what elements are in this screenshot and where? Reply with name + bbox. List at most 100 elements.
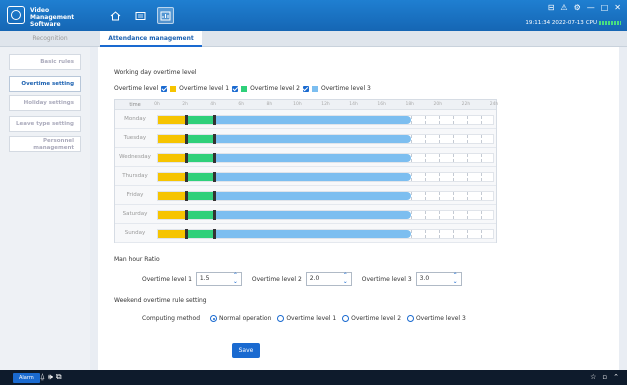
radio-overtime-level-3-dot[interactable] bbox=[407, 315, 415, 322]
timeline-track[interactable] bbox=[157, 153, 494, 163]
tab-recognition[interactable]: Recognition bbox=[0, 31, 100, 47]
radio-normal-operation-label: Normal operation bbox=[218, 315, 272, 322]
ratio-level2-input[interactable]: 2.0 ⌃ ⌄ bbox=[305, 272, 352, 286]
warning-icon[interactable]: ⚠ bbox=[560, 3, 567, 12]
timeline-track[interactable] bbox=[157, 172, 494, 182]
timeline-track[interactable] bbox=[157, 191, 494, 201]
ratio-level3-input[interactable]: 3.0 ⌃ ⌄ bbox=[415, 272, 462, 286]
close-icon[interactable]: ✕ bbox=[614, 3, 621, 12]
timeline-tick: 16h bbox=[377, 102, 386, 107]
hour-line bbox=[480, 154, 482, 162]
segment-boundary-handle[interactable] bbox=[212, 229, 216, 239]
ratio-level1-input[interactable]: 1.5 ⌃ ⌄ bbox=[195, 272, 242, 286]
overtime-level3-segment[interactable] bbox=[214, 154, 411, 162]
pin-icon[interactable]: ☆ bbox=[590, 372, 596, 382]
segment-boundary-handle[interactable] bbox=[212, 191, 216, 201]
window-controls: ⊟ ⚠ ⚙ — □ ✕ bbox=[548, 3, 621, 12]
radio-overtime-level-2[interactable]: Overtime level 2 bbox=[342, 315, 401, 322]
radio-overtime-level-1-dot[interactable] bbox=[277, 315, 285, 322]
radio-normal-operation[interactable]: Normal operation bbox=[210, 315, 271, 322]
ratio-level2-spinner-icon[interactable]: ⌃ ⌄ bbox=[343, 273, 348, 285]
overtime-level2-segment[interactable] bbox=[186, 135, 215, 143]
segment-boundary-handle[interactable] bbox=[212, 153, 216, 163]
sidebar-item-basic-rules[interactable]: Basic rules bbox=[9, 54, 81, 70]
segment-boundary-handle[interactable] bbox=[184, 172, 188, 182]
attendance-nav-button[interactable] bbox=[157, 7, 174, 24]
overtime-level2-segment[interactable] bbox=[186, 173, 215, 181]
timeline-row: Saturday bbox=[115, 205, 496, 224]
legend-level2-checkbox[interactable] bbox=[232, 85, 239, 92]
segment-boundary-handle[interactable] bbox=[184, 191, 188, 201]
home-nav-button[interactable] bbox=[107, 7, 124, 24]
segment-boundary-handle[interactable] bbox=[184, 210, 188, 220]
app-logo-icon bbox=[7, 6, 25, 24]
gear-icon[interactable]: ⚙ bbox=[574, 3, 581, 12]
collapse-icon[interactable]: ⌃ bbox=[613, 372, 619, 382]
hour-line bbox=[438, 116, 440, 124]
overtime-level3-segment[interactable] bbox=[214, 173, 411, 181]
maximize-icon[interactable]: □ bbox=[601, 3, 609, 12]
timeline-tick: 24h bbox=[489, 102, 499, 107]
segment-boundary-handle[interactable] bbox=[184, 153, 188, 163]
radio-normal-operation-dot[interactable] bbox=[210, 315, 218, 322]
hour-line bbox=[480, 135, 482, 143]
radio-overtime-level-1[interactable]: Overtime level 1 bbox=[277, 315, 336, 322]
overtime-level1-segment[interactable] bbox=[158, 116, 187, 124]
overtime-level2-segment[interactable] bbox=[186, 230, 215, 238]
screen-icon[interactable]: ⊟ bbox=[548, 3, 555, 12]
timeline-tick: 18h bbox=[405, 102, 415, 107]
hour-line bbox=[480, 230, 482, 238]
segment-boundary-handle[interactable] bbox=[212, 210, 216, 220]
segment-boundary-handle[interactable] bbox=[184, 134, 188, 144]
minimize-icon[interactable]: — bbox=[587, 3, 595, 12]
overtime-level2-segment[interactable] bbox=[186, 192, 215, 200]
segment-boundary-handle[interactable] bbox=[212, 134, 216, 144]
sidebar-item-leave-type-setting[interactable]: Leave type setting bbox=[9, 116, 81, 132]
timeline-day-label: Sunday bbox=[124, 230, 146, 236]
overtime-level1-segment[interactable] bbox=[158, 173, 187, 181]
segment-boundary-handle[interactable] bbox=[184, 229, 188, 239]
ratio-level3-spinner-icon[interactable]: ⌃ ⌄ bbox=[453, 273, 458, 285]
screen-icon[interactable]: ⧉ bbox=[56, 372, 62, 382]
legend-level1-checkbox[interactable] bbox=[161, 85, 168, 92]
sidebar-item-overtime-setting[interactable]: Overtime setting bbox=[9, 76, 81, 92]
segment-boundary-handle[interactable] bbox=[212, 172, 216, 182]
segment-boundary-handle[interactable] bbox=[184, 115, 188, 125]
save-button[interactable]: Save bbox=[232, 343, 260, 358]
timeline-track[interactable] bbox=[157, 134, 494, 144]
overtime-level3-segment[interactable] bbox=[214, 230, 411, 238]
window-icon[interactable]: ▫ bbox=[602, 372, 607, 382]
tab-attendance-management[interactable]: Attendance management bbox=[100, 31, 202, 47]
segment-boundary-handle[interactable] bbox=[212, 115, 216, 125]
timeline-track[interactable] bbox=[157, 115, 494, 125]
overtime-level1-segment[interactable] bbox=[158, 211, 187, 219]
sidebar-item-holiday-settings[interactable]: Holiday settings bbox=[9, 95, 81, 111]
overtime-level3-segment[interactable] bbox=[214, 116, 411, 124]
radio-overtime-level-2-dot[interactable] bbox=[342, 315, 350, 322]
timeline-track[interactable] bbox=[157, 229, 494, 239]
alarm-button[interactable]: Alarm bbox=[13, 373, 40, 383]
ratio-level3-value: 3.0 bbox=[419, 275, 430, 282]
sidebar-item-personnel-management[interactable]: Personnel management bbox=[9, 136, 81, 152]
speaker-icon[interactable]: 🕪 bbox=[48, 372, 53, 382]
ratio-level1-spinner-icon[interactable]: ⌃ ⌄ bbox=[233, 273, 238, 285]
bell-icon[interactable]: ⍙ bbox=[40, 372, 45, 382]
overtime-level2-segment[interactable] bbox=[186, 154, 215, 162]
overtime-level1-segment[interactable] bbox=[158, 192, 187, 200]
overtime-level2-segment[interactable] bbox=[186, 211, 215, 219]
overtime-level1-segment[interactable] bbox=[158, 230, 187, 238]
list-nav-button[interactable] bbox=[132, 7, 149, 24]
cpu-label: CPU bbox=[585, 20, 597, 26]
overtime-level1-segment[interactable] bbox=[158, 135, 187, 143]
radio-overtime-level-3[interactable]: Overtime level 3 bbox=[407, 315, 466, 322]
overtime-level1-segment[interactable] bbox=[158, 154, 187, 162]
overtime-level3-segment[interactable] bbox=[214, 211, 411, 219]
timeline-track[interactable] bbox=[157, 210, 494, 220]
overtime-level2-segment[interactable] bbox=[186, 116, 215, 124]
legend-level3-checkbox[interactable] bbox=[302, 85, 309, 92]
man-hour-ratio-title: Man hour Ratio bbox=[114, 256, 160, 263]
hour-line bbox=[410, 211, 412, 219]
overtime-level3-segment[interactable] bbox=[214, 135, 411, 143]
hour-line bbox=[452, 192, 454, 200]
overtime-level3-segment[interactable] bbox=[214, 192, 411, 200]
